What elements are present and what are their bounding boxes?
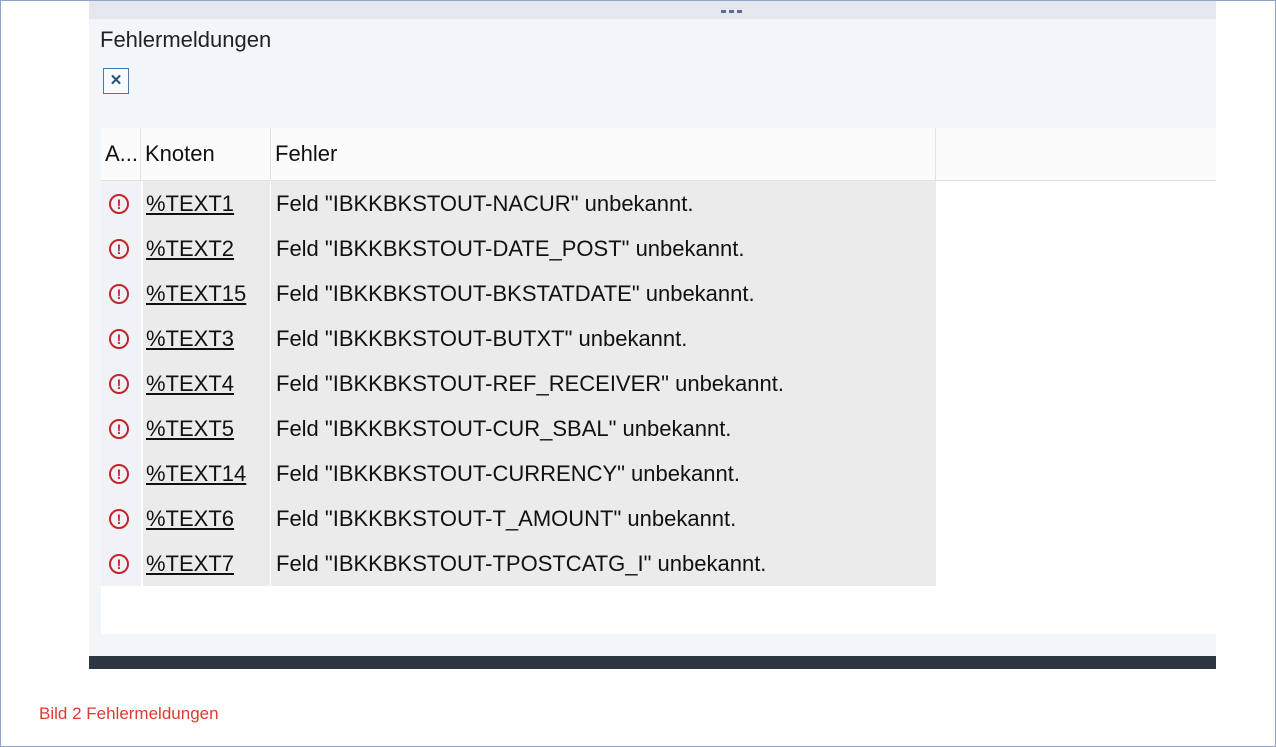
knoten-link[interactable]: %TEXT6	[146, 506, 234, 531]
table-row[interactable]: ! %TEXT6 Feld "IBKKBKSTOUT-T_AMOUNT" unb…	[101, 496, 936, 542]
close-icon: ✕	[109, 72, 123, 89]
error-icon: !	[109, 419, 129, 439]
table-header: A... Knoten Fehler	[101, 128, 1216, 181]
table-row[interactable]: ! %TEXT1 Feld "IBKKBKSTOUT-NACUR" unbeka…	[101, 181, 936, 227]
knoten-link[interactable]: %TEXT4	[146, 371, 234, 396]
panel-title: Fehlermeldungen	[100, 27, 272, 52]
error-message: Feld "IBKKBKSTOUT-TPOSTCATG_I" unbekannt…	[271, 541, 936, 586]
knoten-link[interactable]: %TEXT3	[146, 326, 234, 351]
table-row[interactable]: ! %TEXT3 Feld "IBKKBKSTOUT-BUTXT" unbeka…	[101, 316, 936, 362]
document-frame: Fehlermeldungen ✕ A... Knoten Fehler ! %…	[0, 0, 1276, 747]
table-row[interactable]: ! %TEXT15 Feld "IBKKBKSTOUT-BKSTATDATE" …	[101, 271, 936, 317]
figure-caption: Bild 2 Fehlermeldungen	[39, 704, 219, 723]
table-row[interactable]: ! %TEXT2 Feld "IBKKBKSTOUT-DATE_POST" un…	[101, 226, 936, 272]
table-row[interactable]: ! %TEXT7 Feld "IBKKBKSTOUT-TPOSTCATG_I" …	[101, 541, 936, 587]
panel-footer-bar	[89, 656, 1216, 669]
error-icon: !	[109, 239, 129, 259]
column-header-fehler[interactable]: Fehler	[271, 128, 936, 180]
column-header-knoten[interactable]: Knoten	[141, 128, 271, 180]
close-button[interactable]: ✕	[103, 68, 129, 94]
error-message: Feld "IBKKBKSTOUT-REF_RECEIVER" unbekann…	[271, 361, 936, 406]
panel-top-strip	[89, 1, 1216, 19]
error-icon: !	[109, 554, 129, 574]
error-message: Feld "IBKKBKSTOUT-T_AMOUNT" unbekannt.	[271, 496, 936, 541]
error-message: Feld "IBKKBKSTOUT-NACUR" unbekannt.	[271, 181, 936, 226]
error-icon: !	[109, 329, 129, 349]
table-row[interactable]: ! %TEXT5 Feld "IBKKBKSTOUT-CUR_SBAL" unb…	[101, 406, 936, 452]
knoten-link[interactable]: %TEXT1	[146, 191, 234, 216]
error-icon: !	[109, 509, 129, 529]
knoten-link[interactable]: %TEXT15	[146, 281, 246, 306]
table-row[interactable]: ! %TEXT14 Feld "IBKKBKSTOUT-CURRENCY" un…	[101, 451, 936, 497]
error-icon: !	[109, 374, 129, 394]
error-icon: !	[109, 194, 129, 214]
error-icon: !	[109, 284, 129, 304]
knoten-link[interactable]: %TEXT14	[146, 461, 246, 486]
drag-grip-icon[interactable]	[721, 10, 742, 13]
knoten-link[interactable]: %TEXT2	[146, 236, 234, 261]
error-message: Feld "IBKKBKSTOUT-BUTXT" unbekannt.	[271, 316, 936, 361]
error-icon: !	[109, 464, 129, 484]
error-table: A... Knoten Fehler ! %TEXT1 Feld "IBKKBK…	[101, 128, 1216, 634]
error-panel-screenshot: Fehlermeldungen ✕ A... Knoten Fehler ! %…	[89, 1, 1216, 669]
knoten-link[interactable]: %TEXT7	[146, 551, 234, 576]
column-header-a[interactable]: A...	[101, 128, 141, 180]
error-message: Feld "IBKKBKSTOUT-CUR_SBAL" unbekannt.	[271, 406, 936, 451]
error-message: Feld "IBKKBKSTOUT-CURRENCY" unbekannt.	[271, 451, 936, 496]
error-message: Feld "IBKKBKSTOUT-BKSTATDATE" unbekannt.	[271, 271, 936, 316]
table-row[interactable]: ! %TEXT4 Feld "IBKKBKSTOUT-REF_RECEIVER"…	[101, 361, 936, 407]
error-message: Feld "IBKKBKSTOUT-DATE_POST" unbekannt.	[271, 226, 936, 271]
knoten-link[interactable]: %TEXT5	[146, 416, 234, 441]
